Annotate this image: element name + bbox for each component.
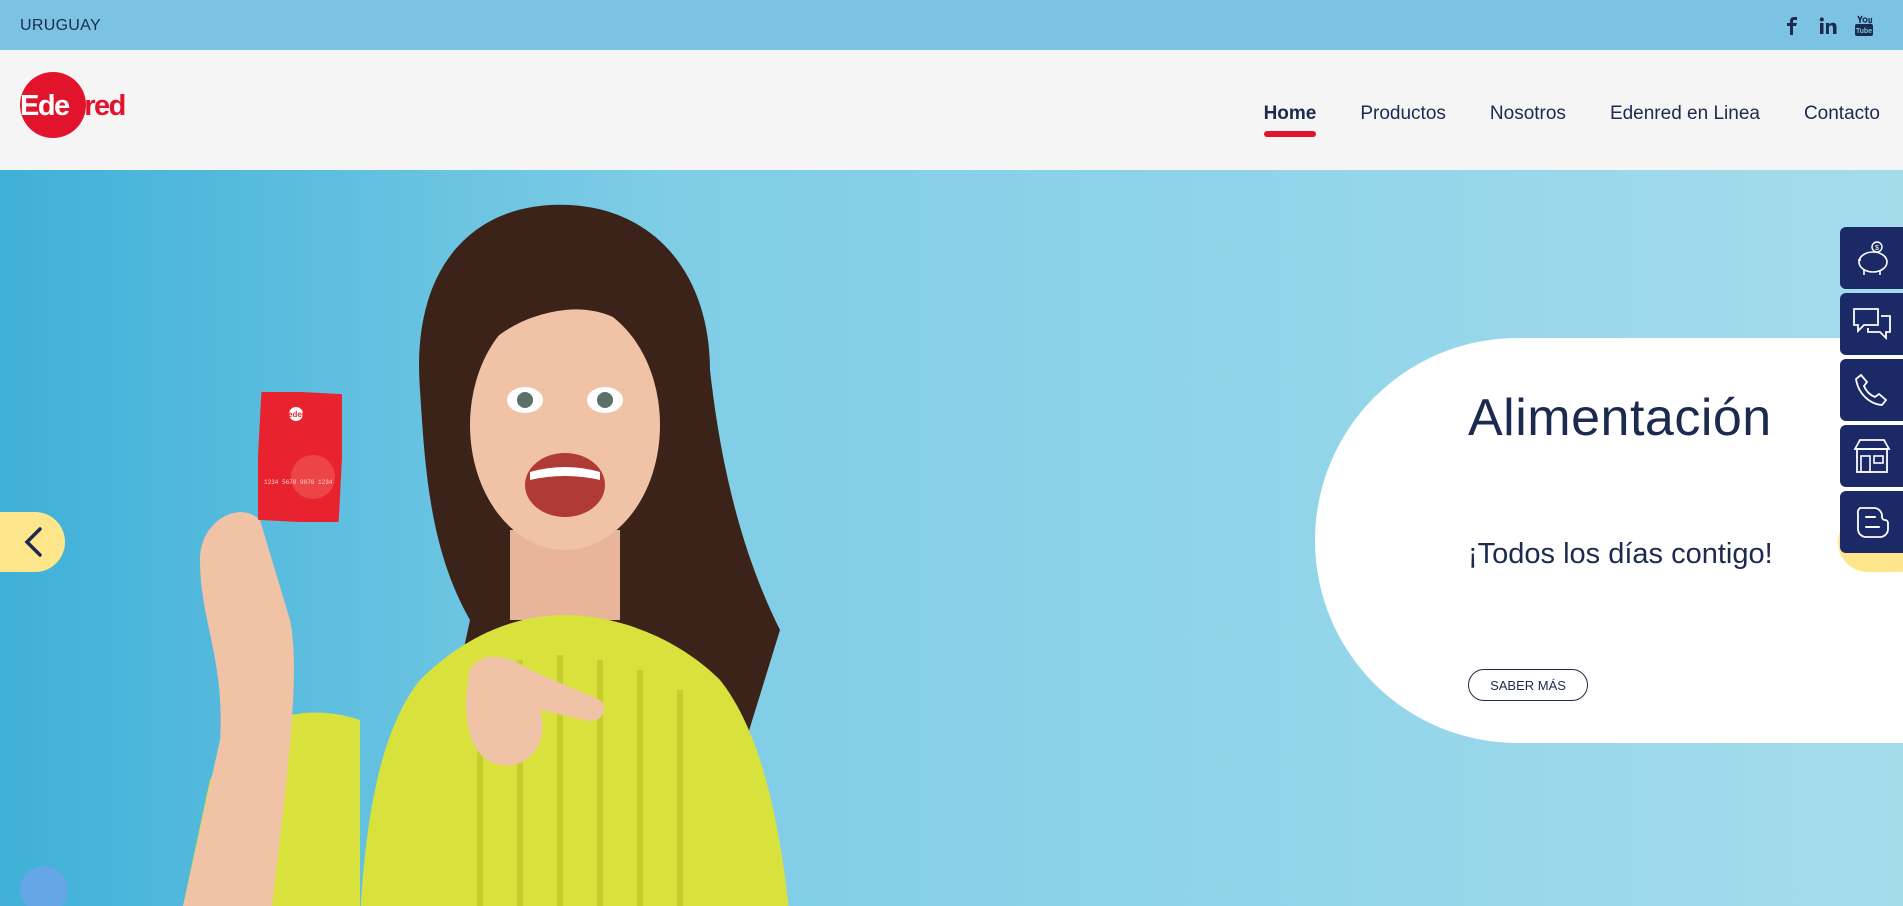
floating-bubble[interactable] (20, 866, 68, 906)
side-tab-phone[interactable] (1840, 359, 1903, 421)
site-header: Ede nred Home Productos Nosotros Edenred… (0, 50, 1903, 170)
svg-text:$: $ (1875, 245, 1879, 252)
saber-mas-button[interactable]: SABER MÁS (1468, 669, 1588, 701)
hero-title: Alimentación (1468, 389, 1772, 447)
svg-text:Ede: Ede (20, 90, 70, 122)
store-icon (1852, 439, 1891, 473)
social-links: Tube (1781, 15, 1875, 37)
edenred-card-image: edenred 1234 5678 9876 1234 (258, 392, 342, 522)
side-tab-chat[interactable] (1840, 293, 1903, 355)
nav-edenred-en-linea[interactable]: Edenred en Linea (1610, 103, 1760, 125)
side-quick-links: $ (1840, 227, 1903, 553)
nav-contacto[interactable]: Contacto (1804, 103, 1880, 125)
chat-icon (1852, 308, 1891, 341)
side-tab-savings[interactable]: $ (1840, 227, 1903, 289)
facebook-icon[interactable] (1781, 15, 1803, 37)
main-nav: Home Productos Nosotros Edenred en Linea… (1263, 103, 1880, 137)
country-label: URUGUAY (20, 17, 101, 34)
hero-banner: edenred 1234 5678 9876 1234 Alimentación… (0, 170, 1903, 906)
nav-productos[interactable]: Productos (1360, 103, 1446, 125)
youtube-icon[interactable]: Tube (1853, 15, 1875, 37)
edenred-logo[interactable]: Ede nred (20, 70, 128, 140)
piggy-bank-icon: $ (1857, 241, 1888, 275)
svg-text:nred: nred (68, 90, 125, 122)
blogger-icon (1856, 507, 1889, 538)
linkedin-icon[interactable] (1817, 15, 1839, 37)
hero-subtitle: ¡Todos los días contigo! (1468, 538, 1773, 570)
card-brand: edenred (288, 410, 319, 419)
hero-woman-image (183, 204, 789, 906)
chevron-left-icon (24, 527, 42, 557)
nav-nosotros[interactable]: Nosotros (1490, 103, 1566, 125)
side-tab-blog[interactable] (1840, 491, 1903, 553)
card-number: 1234 5678 9876 1234 (264, 479, 333, 486)
carousel-prev-button[interactable] (0, 512, 65, 572)
nav-home[interactable]: Home (1263, 103, 1316, 137)
svg-text:Tube: Tube (1856, 28, 1872, 35)
top-bar: URUGUAY Tube (0, 0, 1903, 50)
phone-icon (1854, 373, 1887, 406)
side-tab-store[interactable] (1840, 425, 1903, 487)
